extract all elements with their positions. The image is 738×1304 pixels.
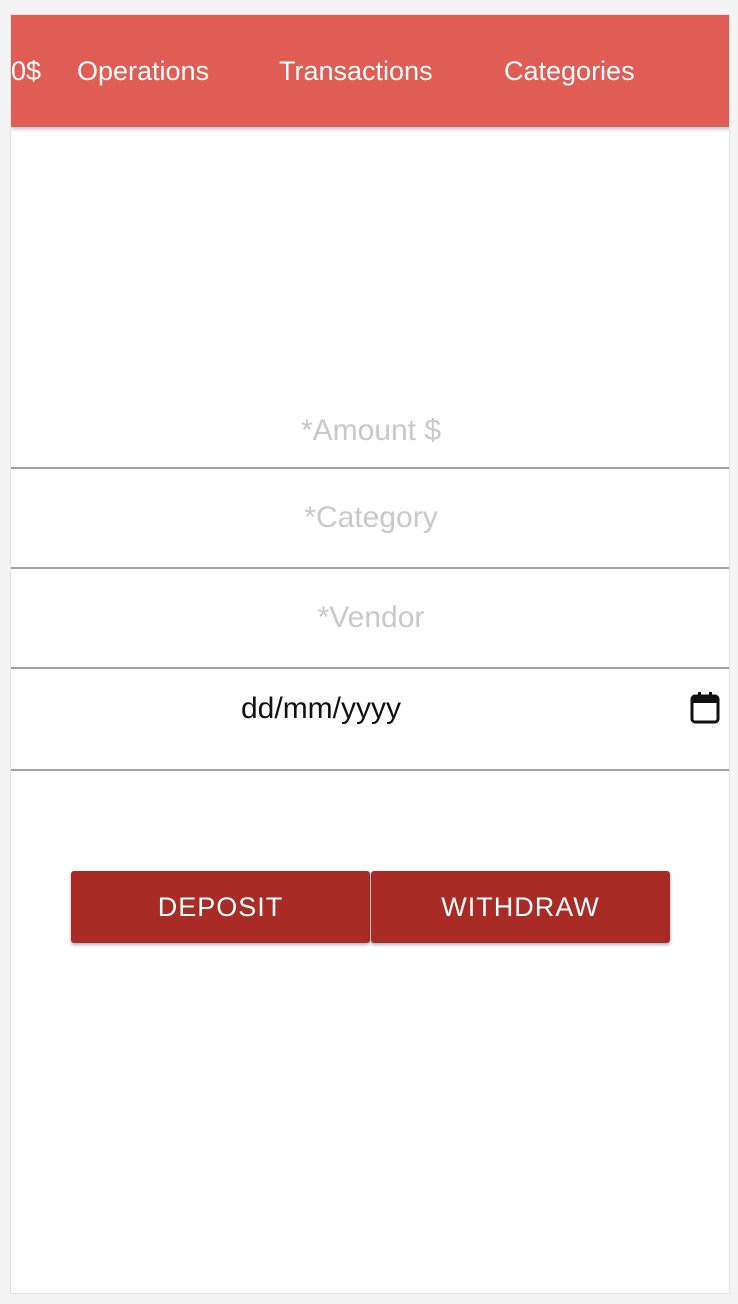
amount-input[interactable]: [11, 395, 729, 469]
category-input[interactable]: [11, 469, 729, 569]
date-placeholder: dd/mm/yyyy: [240, 692, 402, 725]
nav-link-categories[interactable]: Categories: [504, 55, 635, 87]
deposit-button[interactable]: DEPOSIT: [71, 871, 370, 943]
vendor-input[interactable]: [11, 569, 729, 669]
nav-link-transactions[interactable]: Transactions: [279, 55, 433, 87]
calendar-icon[interactable]: [689, 691, 721, 725]
nav-link-operations[interactable]: Operations: [77, 55, 209, 87]
navbar: 0$ Operations Transactions Categories: [11, 15, 729, 127]
withdraw-button[interactable]: WITHDRAW: [371, 871, 670, 943]
date-input[interactable]: dd/mm/yyyy: [11, 669, 729, 771]
balance-display: 0$: [11, 56, 42, 86]
app-container: 0$ Operations Transactions Categories dd…: [10, 14, 730, 1294]
